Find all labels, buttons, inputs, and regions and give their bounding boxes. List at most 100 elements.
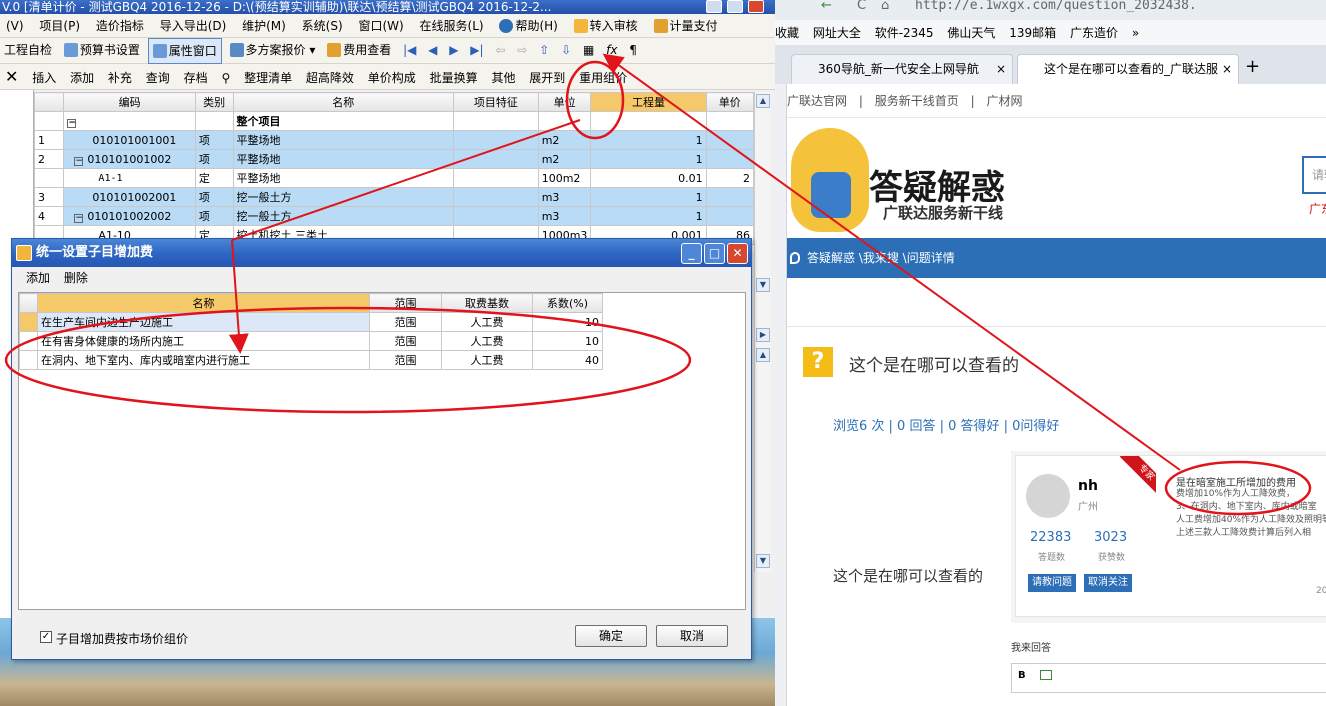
nav-first-icon[interactable]: |◀: [399, 38, 420, 62]
column-header-quantity[interactable]: 工程量: [590, 92, 707, 112]
close-icon[interactable]: ✕: [727, 243, 748, 264]
column-header[interactable]: 单价: [705, 92, 754, 112]
table-row[interactable]: A1-1 定 平整场地 100m2 0.01 2: [34, 168, 754, 188]
collapse-icon[interactable]: −: [74, 156, 84, 166]
home-icon[interactable]: ⌂: [881, 0, 889, 13]
menu-item-audit[interactable]: 转入审核: [568, 14, 644, 38]
table-row[interactable]: 2 −010101001002 项 平整场地 m2 1: [34, 149, 754, 169]
grid-scrollbar[interactable]: ▲ ▼ ▶ ▲ ▼: [754, 92, 771, 572]
self-check-button[interactable]: 工程自检: [0, 38, 56, 62]
nav-last-icon[interactable]: ▶|: [466, 38, 487, 62]
query-button[interactable]: 查询: [141, 65, 175, 91]
fee-view-button[interactable]: 费用查看: [323, 38, 395, 62]
favorite-link[interactable]: 软件-2345: [875, 26, 934, 40]
expert-name[interactable]: nh: [1078, 478, 1098, 494]
nav-link[interactable]: 广联达官网: [787, 94, 847, 108]
market-price-checkbox[interactable]: ✓: [40, 631, 52, 643]
scroll-right-icon[interactable]: ▶: [756, 328, 770, 342]
address-bar[interactable]: http://e.1wxgx.com/question_2032438.: [915, 0, 1197, 13]
bold-icon[interactable]: B: [1018, 670, 1026, 681]
ok-button[interactable]: 确定: [575, 625, 647, 647]
add-row-button[interactable]: 添加: [26, 271, 50, 285]
supplement-button[interactable]: 补充: [103, 65, 137, 91]
collapse-icon[interactable]: −: [74, 213, 84, 223]
arrow-left-icon[interactable]: ⇦: [491, 38, 509, 62]
minimize-icon[interactable]: [706, 0, 722, 13]
height-reduction-button[interactable]: 超高降效: [301, 65, 359, 91]
menu-item-maintain[interactable]: 维护(M): [236, 14, 292, 38]
paragraph-icon[interactable]: ¶: [625, 38, 641, 62]
calculator-icon[interactable]: ▦: [579, 38, 598, 62]
browser-tab[interactable]: 360导航_新一代安全上网导航 ×: [791, 54, 1013, 84]
insert-button[interactable]: 插入: [27, 65, 61, 91]
reply-editor[interactable]: B: [1011, 663, 1326, 693]
organize-list-button[interactable]: 整理清单: [239, 65, 297, 91]
expand-to-button[interactable]: 展开到: [524, 65, 570, 91]
refresh-icon[interactable]: C: [857, 0, 866, 13]
minimize-icon[interactable]: _: [681, 243, 702, 264]
menu-item-view[interactable]: (V): [0, 14, 30, 38]
new-tab-icon[interactable]: +: [1245, 56, 1260, 77]
table-row[interactable]: 在洞内、地下室内、库内或暗室内进行施工 范围 人工费 40: [19, 350, 603, 370]
scroll-down-icon[interactable]: ▼: [756, 554, 770, 568]
menu-item-window[interactable]: 窗口(W): [352, 14, 409, 38]
unfollow-button[interactable]: 取消关注: [1084, 574, 1132, 592]
nav-link[interactable]: 服务新干线首页: [875, 94, 959, 108]
menu-item-online[interactable]: 在线服务(L): [414, 14, 490, 38]
column-header[interactable]: 项目特征: [452, 92, 539, 112]
table-row[interactable]: 在有害身体健康的场所内施工 范围 人工费 10: [19, 331, 603, 351]
add-button[interactable]: 添加: [65, 65, 99, 91]
menu-item-help[interactable]: 帮助(H): [493, 14, 563, 38]
close-tab-icon[interactable]: ×: [996, 55, 1006, 83]
favorite-link[interactable]: 佛山天气: [947, 26, 995, 40]
close-icon[interactable]: [748, 0, 764, 13]
arrow-up-icon[interactable]: ⇧: [535, 38, 553, 62]
table-row[interactable]: 1 010101001001 项 平整场地 m2 1: [34, 130, 754, 150]
table-row[interactable]: 3 010101002001 项 挖一般土方 m3 1: [34, 187, 754, 207]
close-tab-icon[interactable]: ×: [1222, 55, 1232, 83]
column-header[interactable]: 类别: [194, 92, 234, 112]
maximize-icon[interactable]: □: [704, 243, 725, 264]
nav-prev-icon[interactable]: ◀: [424, 38, 441, 62]
column-header-coef[interactable]: 系数(%): [532, 293, 603, 313]
multi-plan-quote-button[interactable]: 多方案报价 ▾: [226, 38, 320, 62]
cancel-button[interactable]: 取消: [656, 625, 728, 647]
favorites-label[interactable]: 收藏: [775, 26, 799, 40]
nav-next-icon[interactable]: ▶: [445, 38, 462, 62]
favorite-link[interactable]: 网址大全: [813, 26, 861, 40]
table-row[interactable]: − 整个项目: [34, 111, 754, 131]
column-header[interactable]: 名称: [232, 92, 454, 112]
browser-tab-active[interactable]: 这个是在哪可以查看的_广联达服 ×: [1017, 54, 1239, 84]
scroll-up-icon[interactable]: ▲: [756, 348, 770, 362]
column-header-name[interactable]: 名称: [37, 293, 370, 313]
image-icon[interactable]: [1040, 670, 1052, 680]
favorite-link[interactable]: 139邮箱: [1009, 26, 1056, 40]
unit-price-composition-button[interactable]: 单价构成: [363, 65, 421, 91]
formula-icon[interactable]: fx: [602, 38, 621, 62]
column-header-scope[interactable]: 范围: [369, 293, 442, 313]
back-icon[interactable]: ←: [821, 0, 832, 13]
batch-convert-button[interactable]: 批量换算: [425, 65, 483, 91]
other-menu-button[interactable]: 其他: [486, 65, 520, 91]
menu-item-payment[interactable]: 计量支付: [648, 14, 724, 38]
arrow-down-icon[interactable]: ⇩: [557, 38, 575, 62]
more-favorites-icon[interactable]: »: [1132, 26, 1139, 40]
reuse-pricing-button[interactable]: 重用组价: [574, 65, 632, 91]
region-link[interactable]: 广东: [1309, 200, 1326, 217]
scroll-up-icon[interactable]: ▲: [756, 94, 770, 108]
delete-row-button[interactable]: 删除: [64, 271, 88, 285]
menu-item-system[interactable]: 系统(S): [296, 14, 349, 38]
table-row[interactable]: 在生产车间内边生产边施工 范围 人工费 10: [19, 312, 603, 332]
favorite-link[interactable]: 广东造价: [1070, 26, 1118, 40]
column-header-base[interactable]: 取费基数: [441, 293, 533, 313]
menu-item-import-export[interactable]: 导入导出(D): [154, 14, 233, 38]
arrow-right-icon[interactable]: ⇨: [513, 38, 531, 62]
column-header[interactable]: 单位: [537, 92, 592, 112]
table-row[interactable]: 4 −010101002002 项 挖一般土方 m3 1: [34, 206, 754, 226]
scroll-down-icon[interactable]: ▼: [756, 278, 770, 292]
property-window-button[interactable]: 属性窗口: [147, 38, 222, 64]
search-input[interactable]: 请输: [1302, 156, 1326, 194]
nav-link[interactable]: 广材网: [986, 94, 1022, 108]
archive-button[interactable]: 存档: [179, 65, 213, 91]
maximize-icon[interactable]: [727, 0, 743, 13]
